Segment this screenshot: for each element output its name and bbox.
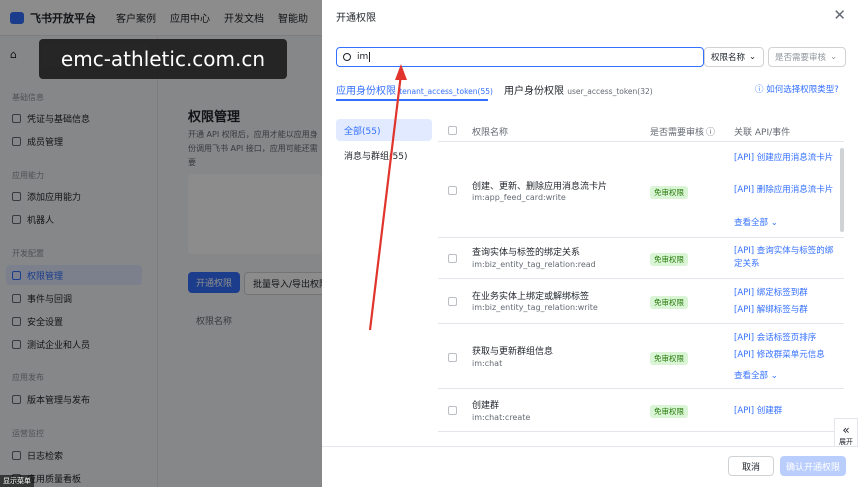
table-row: 创建、更新、删除应用消息流卡片 im:app_feed_card:write 免… (438, 142, 844, 238)
table-row: 创建群 im:chat:create 免审权限 [API] 创建群 (438, 389, 844, 432)
close-icon[interactable]: ✕ (833, 6, 846, 24)
table-header: 权限名称 是否需要审核 ⓘ 关联 API/事件 (438, 120, 844, 142)
col-permission-name: 权限名称 (472, 128, 509, 138)
permission-code: im:biz_entity_tag_relation:write (472, 303, 598, 312)
cancel-button[interactable]: 取消 (728, 456, 774, 476)
search-field-select[interactable]: 权限名称 ⌄ (704, 47, 764, 67)
row-checkbox[interactable] (448, 254, 457, 263)
permission-name: 获取与更新群组信息 (472, 347, 554, 357)
scrollbar[interactable] (840, 148, 844, 232)
permission-code: im:chat (472, 359, 503, 368)
api-link[interactable]: [API] 绑定标签到群 (734, 287, 834, 300)
api-link[interactable]: [API] 会话标签页排序 (734, 332, 834, 345)
table-row: 在业务实体上绑定或解绑标签 im:biz_entity_tag_relation… (438, 279, 844, 324)
table-row: 查询实体与标签的绑定关系 im:biz_entity_tag_relation:… (438, 238, 844, 279)
row-checkbox[interactable] (448, 406, 457, 415)
permission-name: 创建群 (472, 401, 500, 411)
view-all-link[interactable]: 查看全部 ⌄ (734, 369, 778, 381)
permission-name: 创建、更新、删除应用消息流卡片 (472, 182, 608, 192)
api-link[interactable]: [API] 查询实体与标签的绑定关系 (734, 245, 834, 271)
row-checkbox[interactable] (448, 353, 457, 362)
api-link[interactable]: [API] 修改群菜单元信息 (734, 349, 834, 362)
col-review: 是否需要审核 (650, 128, 705, 138)
tab-tenant-permissions[interactable]: 应用身份权限 tenant_access_token(55) (336, 82, 493, 97)
chevron-down-icon: ⌄ (749, 52, 757, 62)
drawer-footer: 取消 确认开通权限 (322, 446, 858, 487)
permission-code: im:chat:create (472, 413, 531, 422)
help-icon[interactable]: ⓘ (706, 125, 715, 138)
select-all-checkbox[interactable] (448, 126, 457, 135)
double-chevron-left-icon: « (842, 423, 850, 437)
drawer-title: 开通权限 (336, 13, 376, 24)
api-link[interactable]: [API] 创建群 (734, 405, 834, 418)
permission-drawer: 开通权限 ✕ im 权限名称 ⌄ 是否需要审核 ⌄ 应用身份权限 tenant_ac… (322, 0, 858, 487)
category-messages[interactable]: 消息与群组(55) (336, 144, 432, 166)
status-badge: 免审权限 (650, 253, 688, 266)
col-related-api: 关联 API/事件 (734, 128, 791, 138)
status-badge: 免审权限 (650, 296, 688, 309)
category-all[interactable]: 全部(55) (336, 119, 432, 141)
row-checkbox[interactable] (448, 297, 457, 306)
search-icon (343, 53, 351, 61)
permission-name: 在业务实体上绑定或解绑标签 (472, 292, 590, 302)
view-all-link[interactable]: 查看全部 ⌄ (734, 216, 778, 228)
active-tab-indicator (336, 99, 488, 101)
show-menu-label[interactable]: 显示菜单 (0, 475, 34, 487)
table-row: 获取与更新群组信息 im:chat 免审权限 [API] 会话标签页排序 [AP… (438, 324, 844, 389)
search-input[interactable]: im (336, 47, 704, 67)
permission-code: im:biz_entity_tag_relation:read (472, 260, 596, 269)
status-badge: 免审权限 (650, 186, 688, 199)
confirm-open-button[interactable]: 确认开通权限 (780, 456, 846, 476)
row-checkbox[interactable] (448, 186, 457, 195)
help-link[interactable]: ⓘ 如何选择权限类型? (755, 83, 839, 95)
review-filter-select[interactable]: 是否需要审核 ⌄ (768, 47, 846, 67)
watermark: emc-athletic.com.cn (39, 39, 287, 79)
api-link[interactable]: [API] 创建应用消息流卡片 (734, 152, 834, 165)
status-badge: 免审权限 (650, 405, 688, 418)
tab-user-permissions[interactable]: 用户身份权限 user_access_token(32) (504, 82, 653, 97)
api-link[interactable]: [API] 解绑标签与群 (734, 304, 834, 317)
permission-name: 查询实体与标签的绑定关系 (472, 248, 581, 258)
status-badge: 免审权限 (650, 352, 688, 365)
api-link[interactable]: [API] 删除应用消息流卡片 (734, 184, 834, 197)
permission-code: im:app_feed_card:write (472, 193, 566, 202)
chevron-down-icon: ⌄ (830, 52, 838, 62)
